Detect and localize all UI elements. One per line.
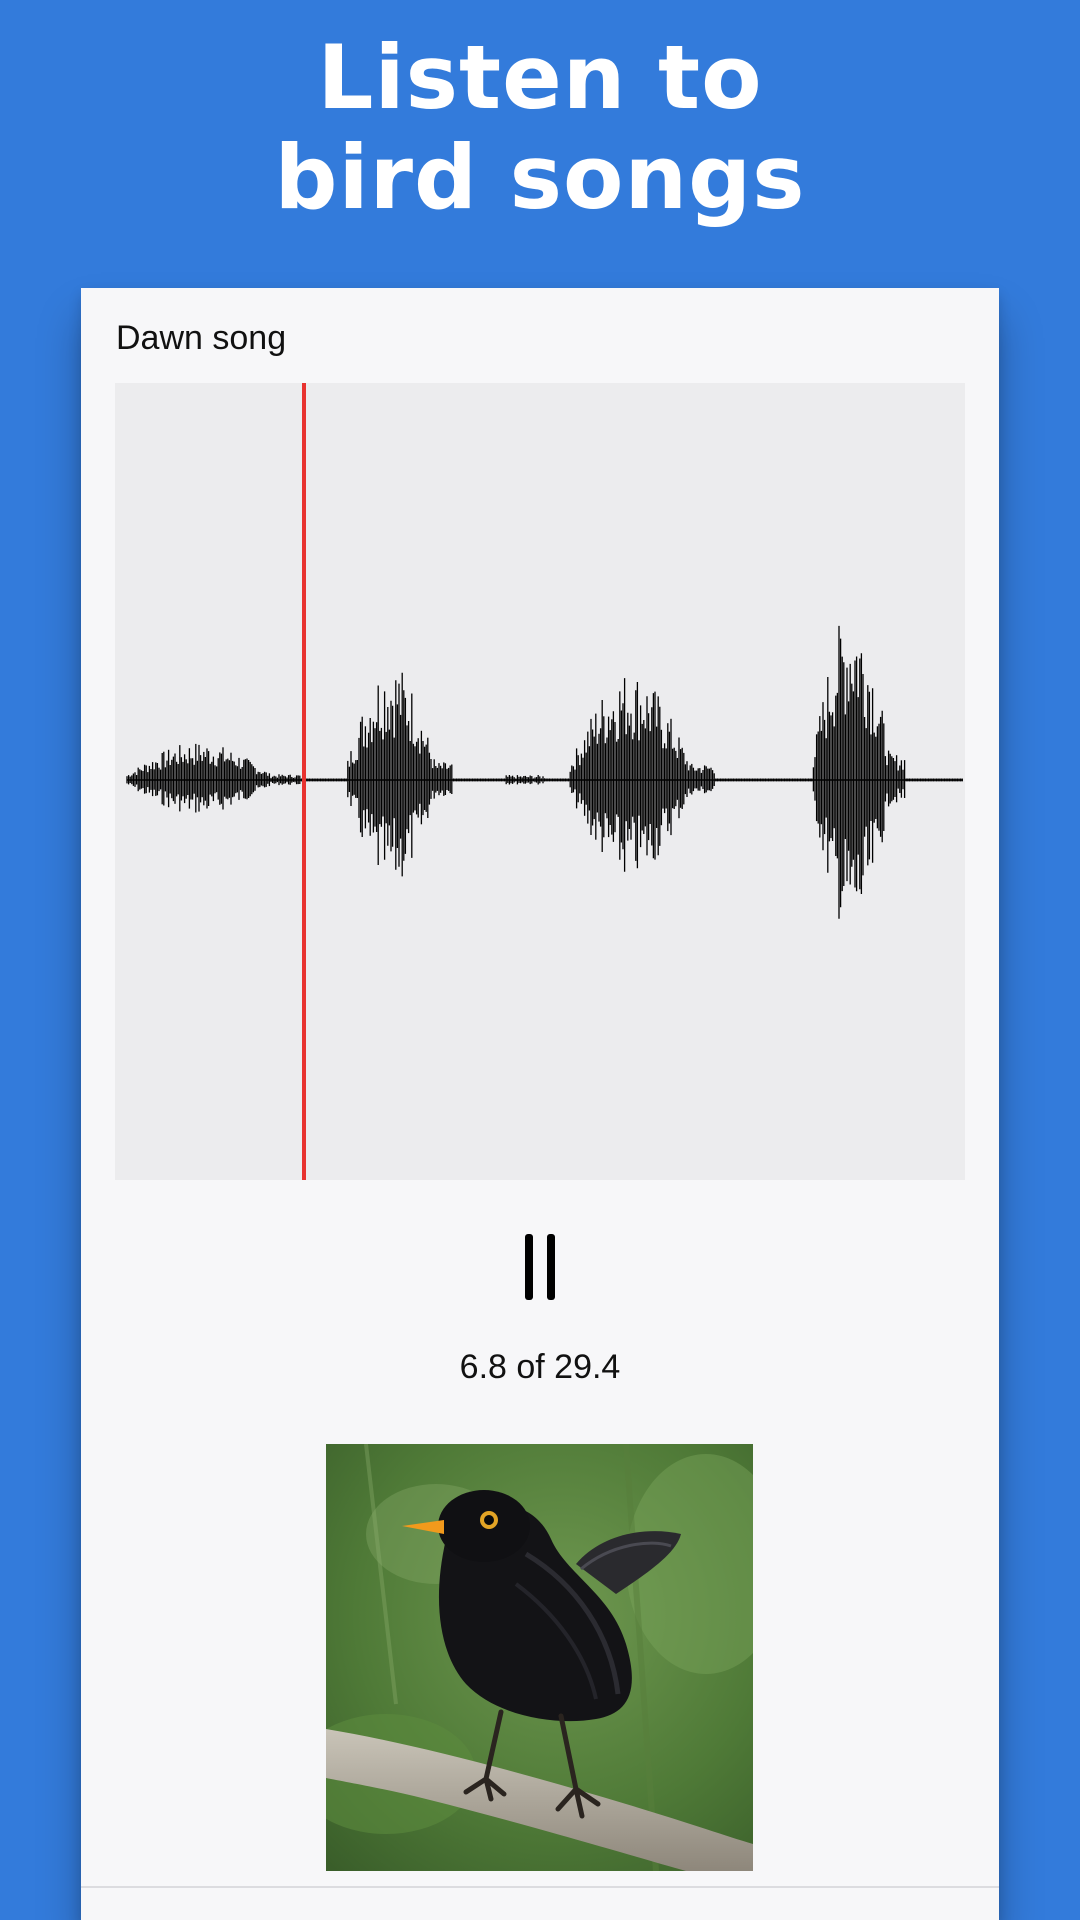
player-card: Dawn song 6.8 of 29.4: [81, 288, 999, 1920]
headline-line-1: Listen to: [317, 26, 763, 129]
headline: Listen to bird songs: [0, 28, 1080, 228]
playhead-marker[interactable]: [302, 383, 306, 1180]
time-readout: 6.8 of 29.4: [459, 1348, 621, 1386]
bird-photo: [326, 1444, 753, 1871]
waveform-graphic: [126, 625, 963, 919]
waveform-scrubber[interactable]: [115, 383, 965, 1180]
pause-icon-bar-left: [525, 1234, 533, 1300]
card-divider: [81, 1886, 999, 1888]
pause-icon-bar-right: [547, 1234, 555, 1300]
track-title: Dawn song: [116, 319, 287, 357]
blackbird-image: [326, 1444, 753, 1871]
pause-button[interactable]: [501, 1228, 579, 1314]
headline-line-2: bird songs: [274, 126, 806, 229]
